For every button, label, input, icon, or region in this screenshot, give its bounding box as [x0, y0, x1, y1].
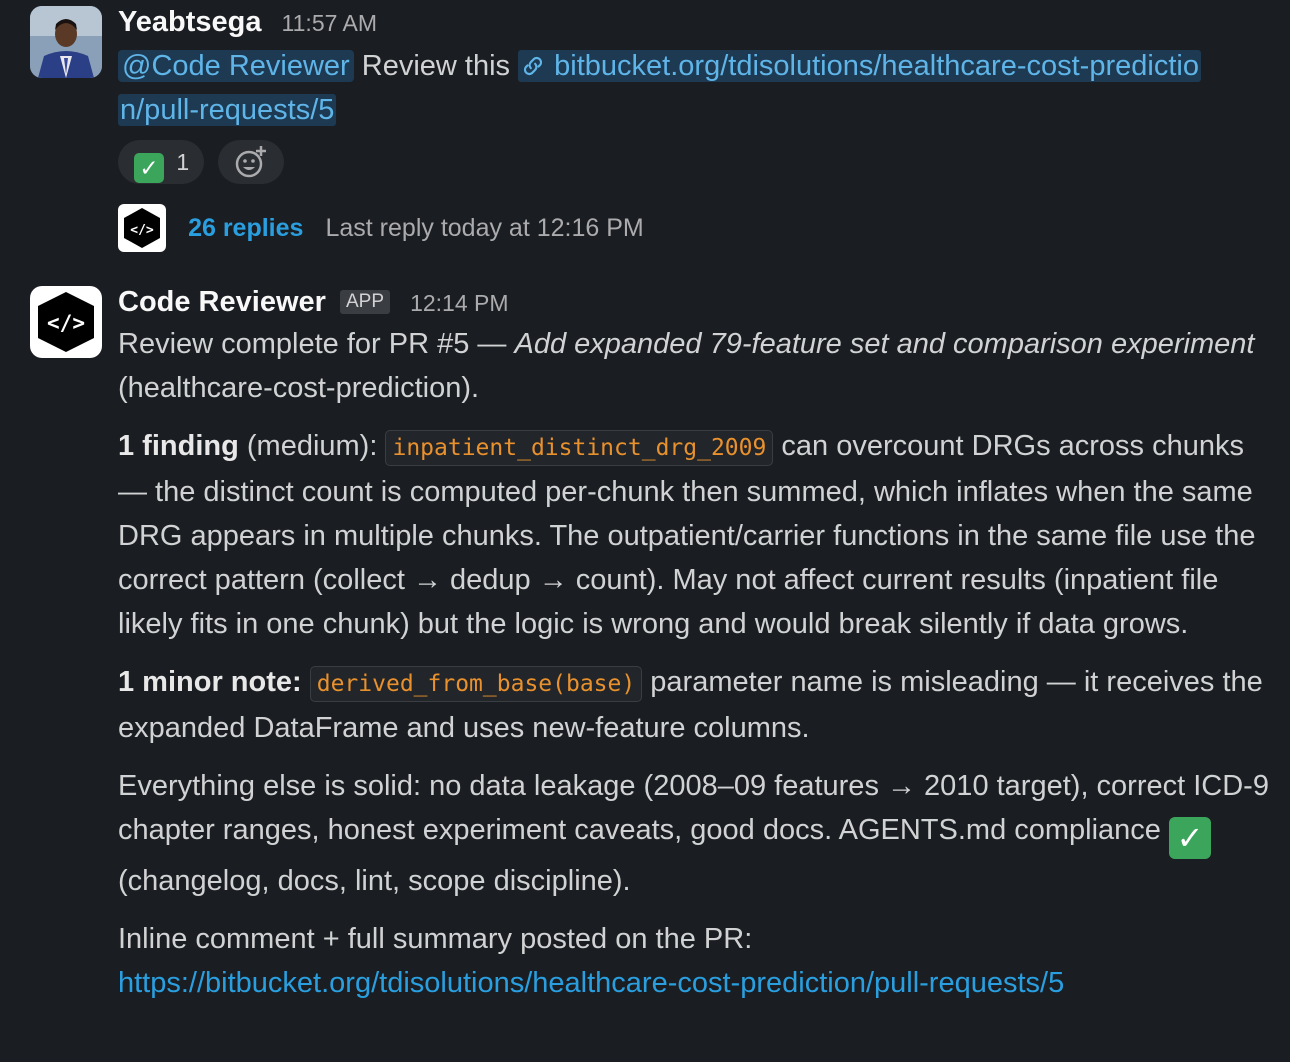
- finding-paragraph: 1 finding (medium): inpatient_distinct_d…: [118, 430, 1256, 640]
- link-icon: [520, 50, 546, 82]
- note-paragraph: 1 minor note: derived_from_base(base) pa…: [118, 666, 1263, 744]
- message-body: @Code Reviewer Review this bitbucket.org…: [118, 44, 1276, 132]
- author-name[interactable]: Code Reviewer: [118, 286, 326, 318]
- timestamp[interactable]: 12:14 PM: [410, 290, 508, 316]
- mention-code-reviewer[interactable]: @Code Reviewer: [118, 50, 354, 82]
- author-name[interactable]: Yeabtsega: [118, 6, 261, 38]
- app-badge: APP: [339, 290, 391, 314]
- check-icon: ✓: [134, 153, 164, 183]
- finding-code: inpatient_distinct_drg_2009: [385, 430, 774, 466]
- reaction-count: 1: [176, 149, 190, 175]
- note-label: 1 minor note:: [118, 666, 302, 698]
- thread-summary[interactable]: </> 26 replies Last reply today at 12:16…: [118, 204, 644, 252]
- avatar-yeabtsega[interactable]: [30, 6, 102, 78]
- inline-paragraph: Inline comment + full summary posted on …: [118, 923, 1065, 999]
- summary-paragraph: Everything else is solid: no data leakag…: [118, 770, 1269, 897]
- add-reaction-icon: [235, 146, 267, 178]
- reactions: ✓ 1: [118, 140, 290, 186]
- code-reviewer-avatar[interactable]: </>: [30, 286, 102, 358]
- svg-text:</>: </>: [130, 223, 154, 238]
- note-code: derived_from_base(base): [309, 666, 643, 702]
- check-icon: ✓: [1169, 817, 1211, 859]
- timestamp[interactable]: 11:57 AM: [282, 10, 377, 36]
- svg-text:</>: </>: [47, 311, 85, 335]
- reaction-check[interactable]: ✓ 1: [118, 140, 204, 184]
- intro-paragraph: Review complete for PR #5 — Add expanded…: [118, 328, 1255, 404]
- last-reply-text: Last reply today at 12:16 PM: [325, 214, 644, 242]
- pr-title: Add expanded 79-feature set and comparis…: [514, 328, 1255, 360]
- pr-link-continued[interactable]: n/pull-requests/5: [118, 94, 337, 126]
- message-yeabtsega: Yeabtsega 11:57 AM @Code Reviewer Review…: [0, 0, 1290, 260]
- add-reaction-button[interactable]: [218, 140, 285, 184]
- pr-url-link[interactable]: https://bitbucket.org/tdisolutions/healt…: [118, 967, 1064, 999]
- finding-label: 1 finding: [118, 430, 239, 462]
- code-reviewer-mini-avatar: </>: [118, 204, 166, 252]
- pr-link[interactable]: bitbucket.org/tdisolutions/healthcare-co…: [518, 50, 1201, 82]
- message-text: Review this: [361, 50, 511, 82]
- replies-link[interactable]: 26 replies: [188, 214, 303, 242]
